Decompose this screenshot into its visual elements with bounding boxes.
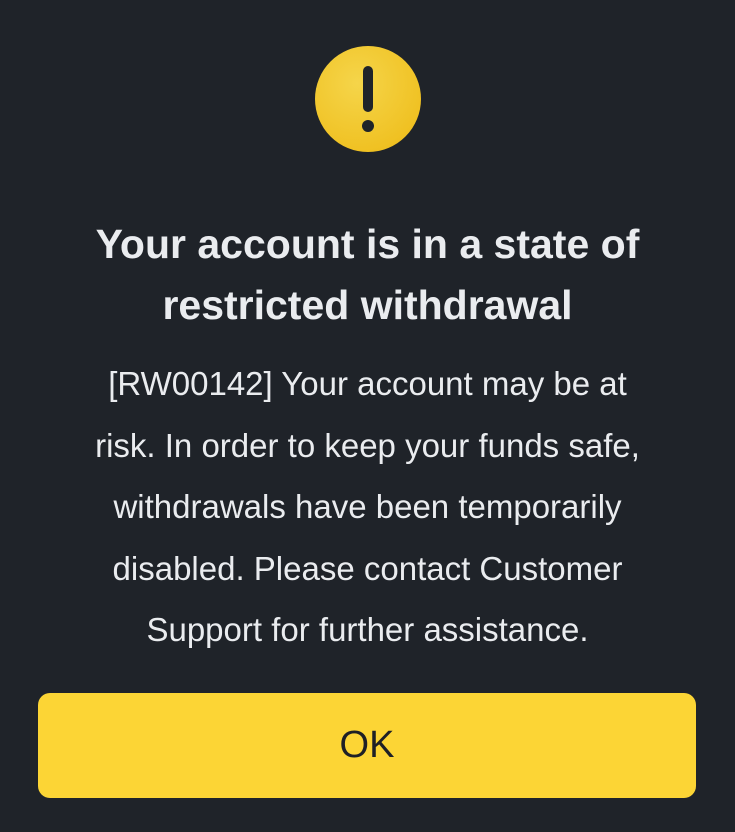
- ok-button[interactable]: OK: [38, 693, 696, 798]
- warning-exclamation-icon: [315, 46, 421, 152]
- exclamation-dot: [362, 120, 374, 132]
- restricted-withdrawal-dialog: Your account is in a state of restricted…: [0, 0, 735, 832]
- dialog-title: Your account is in a state of restricted…: [95, 221, 640, 328]
- dialog-message: [RW00142] Your account may be at risk. I…: [95, 365, 640, 648]
- ok-button-label: OK: [339, 724, 395, 766]
- exclamation-bar: [363, 66, 373, 112]
